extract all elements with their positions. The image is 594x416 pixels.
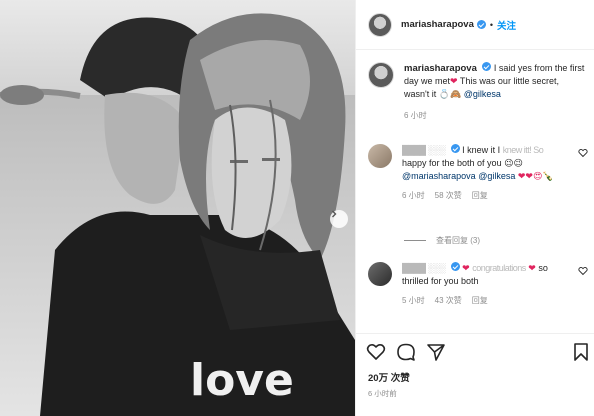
reply-button[interactable]: 回复	[472, 294, 488, 307]
avatar[interactable]	[368, 62, 394, 88]
heart-emoji: ❤	[450, 76, 458, 86]
blurred-username[interactable]: ████ ░░░	[402, 263, 446, 273]
comment-likes[interactable]: 58 次赞	[435, 189, 462, 202]
comment-text: I knew it I	[462, 145, 501, 155]
reply-button[interactable]: 回复	[472, 189, 488, 202]
separator: •	[489, 19, 494, 30]
couple-photo: love	[0, 0, 355, 416]
instagram-post: love mariasharapova • 关注 mariasharapova …	[0, 0, 594, 416]
comment-body: ████ ░░░ ❤ congratulations ❤ so thrilled…	[402, 262, 562, 307]
heart-emoji: ❤	[462, 263, 470, 273]
share-icon[interactable]	[426, 342, 446, 362]
heart-icon[interactable]	[366, 342, 386, 362]
mention-link[interactable]: @gilkesa	[478, 171, 515, 181]
mention-link[interactable]: @gilkesa	[464, 89, 501, 99]
likes-count[interactable]: 20万 次赞	[368, 370, 410, 384]
shirt-text: love	[190, 355, 294, 406]
avatar[interactable]	[368, 12, 392, 37]
hearts-emoji: ❤❤😍🍾	[517, 171, 554, 181]
mention-link[interactable]: @mariasharapova	[402, 171, 476, 181]
caption-body: mariasharapova I said yes from the first…	[404, 62, 586, 122]
blurred-text: congratulations	[472, 263, 526, 273]
bookmark-icon[interactable]	[571, 342, 591, 362]
chevron-right-icon	[332, 210, 337, 218]
post-photo[interactable]: love	[0, 0, 355, 416]
post-time[interactable]: 6 小时前	[368, 388, 397, 399]
verified-icon	[450, 144, 460, 153]
wink-emoji: 😉😉	[504, 158, 523, 168]
comment-likes[interactable]: 43 次赞	[435, 294, 462, 307]
verified-icon	[482, 62, 492, 71]
header-username[interactable]: mariasharapova	[401, 19, 474, 30]
caption: mariasharapova I said yes from the first…	[368, 62, 586, 122]
view-replies-label[interactable]: 查看回复 (3)	[436, 235, 480, 246]
comment: ████ ░░░ ❤ congratulations ❤ so thrilled…	[368, 262, 588, 307]
action-bar: 20万 次赞 6 小时前	[356, 333, 594, 416]
follow-button[interactable]: 关注	[497, 18, 516, 32]
next-photo-button[interactable]	[330, 210, 348, 228]
ring-emoji: 💍🙈	[438, 89, 462, 99]
caption-username[interactable]: mariasharapova	[404, 63, 477, 74]
verified-icon	[450, 262, 460, 271]
blurred-text: knew itt! So	[502, 145, 544, 155]
heart-icon[interactable]	[578, 266, 588, 276]
comment-meta: 6 小时 58 次赞 回复	[402, 189, 562, 202]
comment-body: ████ ░░░ I knew it I knew itt! So happy …	[402, 144, 562, 202]
heart-icon[interactable]	[578, 148, 588, 158]
view-replies[interactable]: 查看回复 (3)	[404, 235, 480, 246]
comment-time[interactable]: 6 小时	[402, 189, 425, 202]
verified-icon	[476, 20, 486, 29]
comment-time[interactable]: 5 小时	[402, 294, 425, 307]
avatar[interactable]	[368, 262, 392, 286]
comment-text: happy for the both of you	[402, 158, 502, 168]
comment-icon[interactable]	[396, 342, 416, 362]
comment: ████ ░░░ I knew it I knew itt! So happy …	[368, 144, 588, 202]
blurred-username[interactable]: ████ ░░░	[402, 145, 446, 155]
avatar[interactable]	[368, 144, 392, 168]
comment-meta: 5 小时 43 次赞 回复	[402, 294, 562, 307]
divider	[404, 240, 426, 241]
heart-emoji: ❤	[528, 263, 536, 273]
caption-time[interactable]: 6 小时	[404, 109, 586, 122]
post-panel: mariasharapova • 关注 mariasharapova I sai…	[355, 0, 594, 416]
post-header: mariasharapova • 关注	[356, 0, 594, 50]
